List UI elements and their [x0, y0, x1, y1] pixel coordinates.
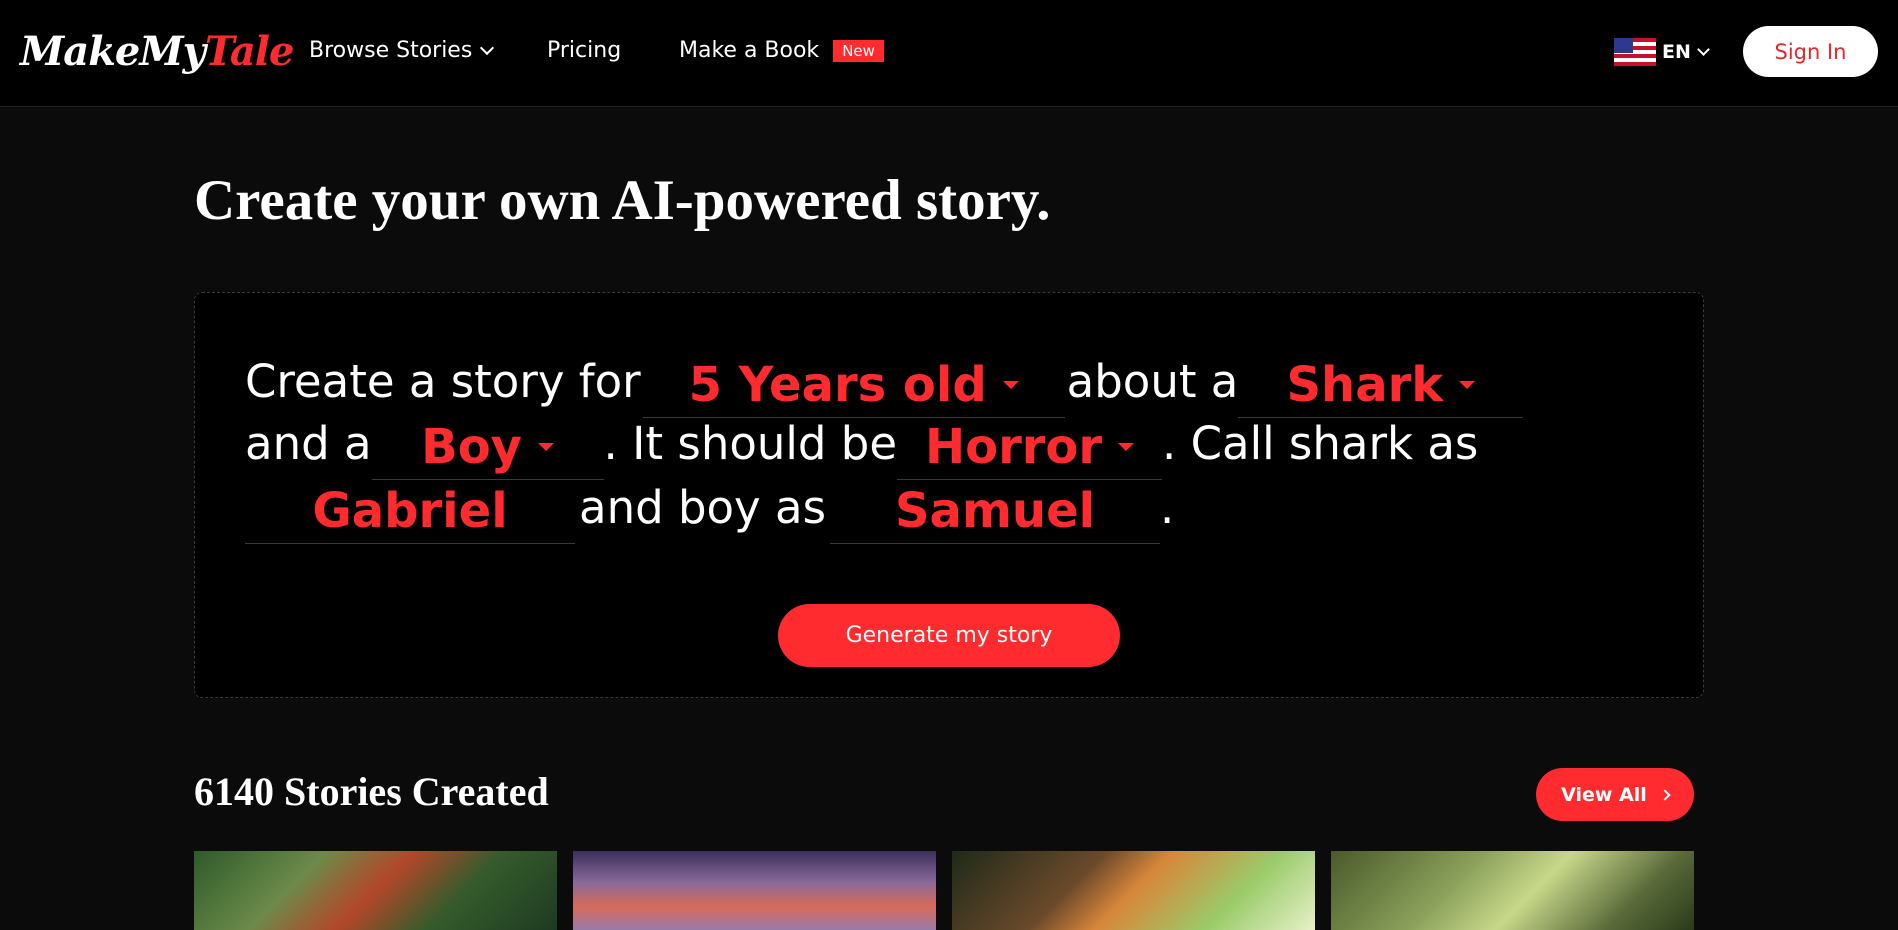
- builder-text: and a: [245, 417, 372, 470]
- age-value: 5 Years old: [688, 356, 987, 413]
- character2-value: Boy: [421, 418, 522, 475]
- story-builder-panel: Create a story for 5 Years old about a S…: [194, 292, 1704, 698]
- view-all-label: View All: [1561, 783, 1647, 806]
- us-flag-icon: [1614, 38, 1656, 66]
- language-selector[interactable]: EN: [1614, 38, 1710, 66]
- genre-value: Horror: [924, 418, 1103, 475]
- age-select[interactable]: 5 Years old: [642, 356, 1065, 418]
- caret-down-icon: [1002, 380, 1019, 389]
- builder-text: . It should be: [603, 417, 898, 470]
- builder-text: about a: [1066, 355, 1239, 408]
- top-header: MakeMyTale Browse Stories Pricing Make a…: [0, 0, 1898, 107]
- new-badge: New: [833, 39, 884, 62]
- chevron-down-icon: [480, 40, 495, 55]
- character1-name-value: Gabriel: [312, 482, 508, 539]
- language-code: EN: [1662, 41, 1691, 63]
- generate-story-button[interactable]: Generate my story: [778, 604, 1120, 667]
- character2-name-input[interactable]: Samuel: [830, 482, 1161, 544]
- story-card-thumbnail[interactable]: [1331, 851, 1694, 930]
- character2-name-value: Samuel: [894, 482, 1096, 539]
- character1-name-input[interactable]: Gabriel: [245, 482, 575, 544]
- character1-value: Shark: [1286, 356, 1444, 413]
- builder-text: Create a story for: [245, 355, 641, 408]
- chevron-right-icon: [1659, 788, 1671, 801]
- logo-text-accent: Tale: [204, 28, 294, 75]
- view-all-button[interactable]: View All: [1536, 768, 1694, 821]
- caret-down-icon: [537, 442, 554, 451]
- builder-line-1: Create a story for 5 Years old about a S…: [245, 355, 1524, 418]
- builder-text: .: [1160, 481, 1175, 534]
- nav-browse-stories[interactable]: Browse Stories: [309, 38, 495, 63]
- builder-text: . Call shark as: [1162, 417, 1479, 470]
- logo[interactable]: MakeMyTale: [20, 28, 294, 75]
- character1-select[interactable]: Shark: [1238, 356, 1524, 418]
- chevron-down-icon: [1697, 42, 1710, 56]
- caret-down-icon: [1118, 442, 1135, 451]
- nav-make-book-label: Make a Book: [679, 38, 820, 63]
- story-card-thumbnail[interactable]: [573, 851, 936, 930]
- caret-down-icon: [1459, 380, 1476, 389]
- page-title: Create your own AI-powered story.: [194, 169, 1051, 232]
- nav-make-a-book[interactable]: Make a Book New: [679, 38, 884, 63]
- story-card-thumbnail[interactable]: [952, 851, 1315, 930]
- nav-pricing[interactable]: Pricing: [547, 38, 621, 63]
- nav-pricing-label: Pricing: [547, 38, 622, 63]
- stories-count-title: 6140 Stories Created: [194, 769, 549, 814]
- builder-text: and boy as: [579, 481, 827, 534]
- sign-in-button[interactable]: Sign In: [1743, 26, 1878, 77]
- character2-select[interactable]: Boy: [371, 418, 604, 480]
- nav-browse-label: Browse Stories: [309, 38, 473, 63]
- builder-line-3: Gabriel and boy as Samuel .: [245, 481, 1174, 544]
- story-card-thumbnail[interactable]: [194, 851, 557, 930]
- logo-text-primary: MakeMy: [20, 28, 206, 75]
- builder-line-2: and a Boy . It should be Horror . Call s…: [245, 417, 1478, 480]
- genre-select[interactable]: Horror: [897, 418, 1163, 480]
